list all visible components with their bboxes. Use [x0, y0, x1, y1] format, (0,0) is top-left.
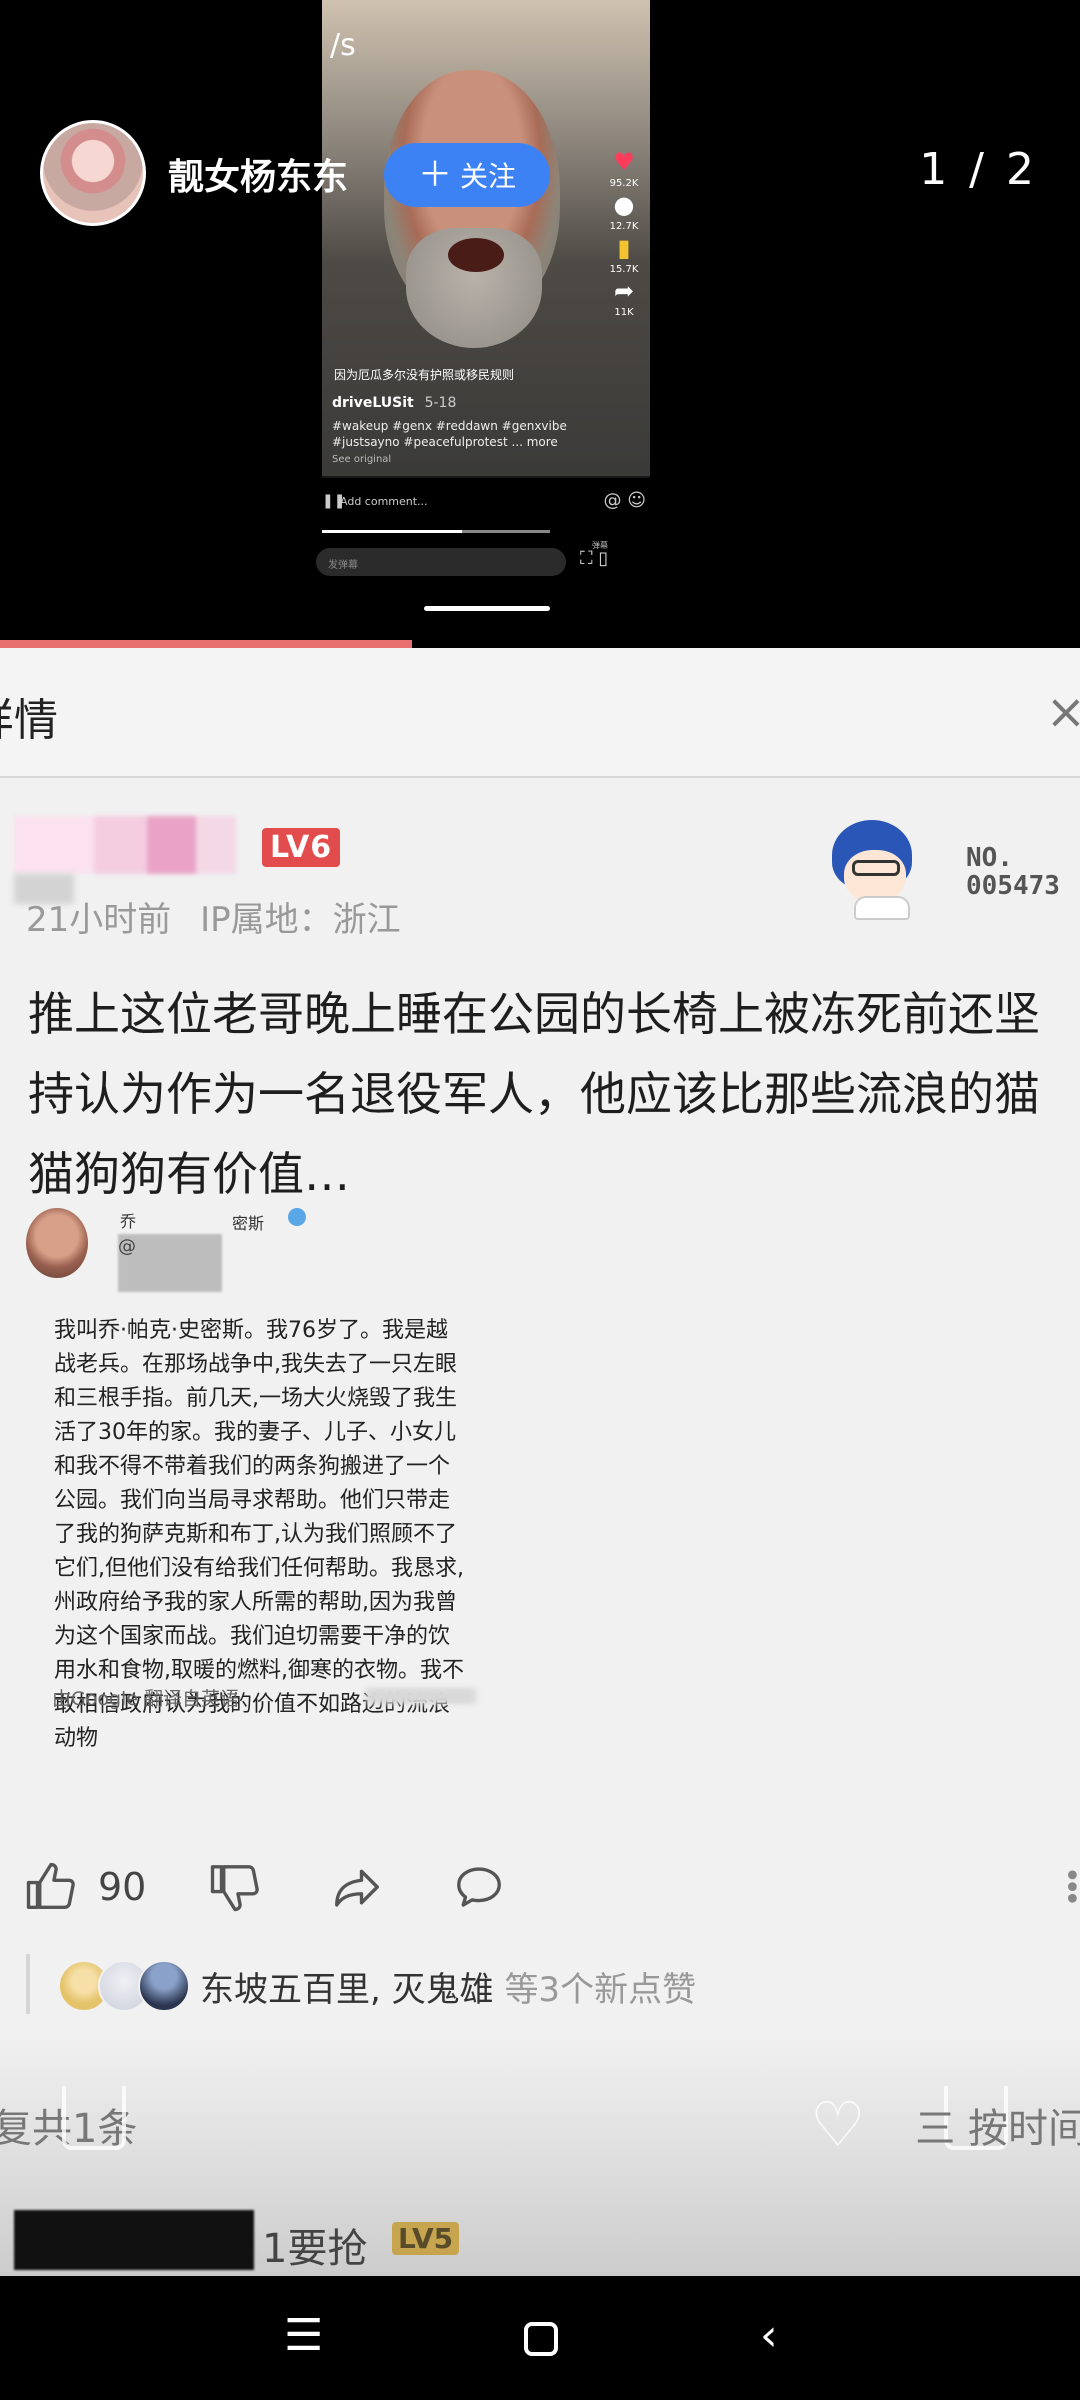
next-reply-text: 1要抢 [262, 2226, 368, 2272]
plus-icon: ＋ [417, 155, 452, 195]
embedded-tweet-image[interactable]: 乔 密斯 @ 我叫乔·帕克·史密斯。我76岁了。我是越战老兵。在那场战争中,我失… [26, 1208, 496, 1778]
heart-outline-icon[interactable]: ♡ [810, 2088, 866, 2161]
system-nav-bar: ☰ ‹ [0, 2276, 1080, 2400]
video-mouth [448, 238, 504, 272]
status-fragment: /s [330, 28, 356, 63]
tweet-name-right: 密斯 [232, 1214, 265, 1233]
author-avatar[interactable] [40, 120, 146, 226]
see-original-link[interactable]: See original [332, 454, 391, 465]
reply-meta: 21小时前 IP属地：浙江 [26, 892, 401, 941]
share-arrow-icon [335, 1869, 379, 1907]
video-action-rail: ♥ 95.2K ● 12.7K ▮ 15.7K ➦ 11K [604, 150, 644, 318]
video-comments: 12.7K [609, 221, 639, 232]
video-author-name: driveLUSit [332, 395, 414, 411]
video-caption: 因为厄瓜多尔没有护照或移民规则 [334, 368, 515, 382]
comment-bubble-icon [457, 1867, 501, 1907]
player-control-icons[interactable]: 弹幕 ⛶ ▯ [580, 541, 608, 569]
video-likes: 95.2K [609, 178, 639, 189]
next-reply-level: LV5 [392, 2222, 460, 2255]
mention-emoji-icons[interactable]: @ ☺ [604, 490, 647, 511]
badge-glasses [852, 860, 900, 876]
panel-header: 详情 × [0, 648, 1080, 778]
badge-number-label: NO. [966, 843, 1013, 873]
top-header: /s ♥ 95.2K ● 12.7K ▮ 15.7K ➦ 11K 因为厄瓜多尔没… [0, 0, 1080, 648]
tweet-handle: @ [118, 1236, 136, 1257]
dislike-button[interactable] [208, 1860, 262, 1914]
close-icon[interactable]: × [1046, 684, 1080, 740]
likers-names: 东坡五百里, 灭鬼雄 [200, 1970, 494, 2010]
recent-apps-icon[interactable]: ☰ [284, 2314, 323, 2358]
sort-by-time[interactable]: 三 按时间 [915, 2096, 1080, 2154]
bookmark-icon[interactable]: ▮ [617, 236, 630, 260]
video-progress[interactable] [322, 530, 550, 533]
thumbs-up-icon [26, 1862, 75, 1909]
reply-actions: 90 ••• [24, 1860, 1080, 1930]
comment-button[interactable] [452, 1860, 506, 1914]
badge-body [854, 896, 910, 920]
comment-icon[interactable]: ● [614, 193, 635, 217]
heart-icon[interactable]: ♥ [613, 150, 635, 174]
video-tags: #wakeup #genx #reddawn #genxvibe #justsa… [332, 419, 567, 449]
likers-text: 东坡五百里, 灭鬼雄 等3个新点赞 [200, 1962, 696, 2011]
reply-text: 推上这位老哥晚上睡在公园的长椅上被冻死前还坚持认为作为一名退役军人，他应该比那些… [28, 987, 1040, 1201]
video-preview[interactable]: /s ♥ 95.2K ● 12.7K ▮ 15.7K ➦ 11K 因为厄瓜多尔没… [322, 0, 650, 478]
reply-ip: IP属地：浙江 [200, 900, 401, 940]
thumbs-down-icon [210, 1865, 259, 1912]
next-reply-blurred-name [14, 2210, 254, 2270]
video-saves: 15.7K [609, 264, 639, 275]
add-comment-input[interactable]: Add comment... [340, 495, 428, 508]
recent-likers[interactable]: 东坡五百里, 灭鬼雄 等3个新点赞 [26, 1954, 1066, 2014]
video-progress-fill [322, 530, 462, 533]
video-home-indicator [424, 606, 550, 611]
image-progress [0, 640, 412, 648]
danmaku-tag: 弹幕 [592, 541, 608, 550]
image-pager: 1 / 2 [919, 144, 1038, 195]
verified-icon [288, 1208, 306, 1226]
panel-title: 详情 [0, 695, 58, 746]
tweet-translation-note: 由Google 翻译自英语 [52, 1688, 240, 1710]
liker-avatar [138, 1960, 190, 2012]
video-author: driveLUSit 5-18 [332, 395, 456, 411]
author-name[interactable]: 靓女杨东东 [168, 148, 348, 200]
blurred-username[interactable] [14, 816, 236, 874]
like-count: 90 [98, 1865, 147, 1909]
tweet-avatar [26, 1208, 88, 1278]
back-icon[interactable]: ‹ [760, 2314, 778, 2358]
home-icon[interactable] [524, 2322, 558, 2356]
badge-face [844, 850, 906, 902]
tweet-name-left: 乔 [120, 1212, 137, 1231]
badge-number: NO. 005473 [966, 844, 1060, 900]
decoration-badge-avatar [826, 820, 930, 920]
like-button[interactable]: 90 [24, 1860, 146, 1914]
follow-label: 关注 [459, 160, 516, 193]
reply-time: 21小时前 [26, 900, 172, 940]
more-options-icon[interactable]: ••• [1053, 1866, 1080, 1901]
level-badge: LV6 [262, 828, 341, 867]
share-button[interactable] [330, 1860, 384, 1914]
download-icon[interactable] [62, 2086, 126, 2150]
follow-button[interactable]: ＋ 关注 [384, 143, 550, 207]
likers-suffix: 等3个新点赞 [504, 1970, 697, 2010]
tweet-footer-blur [366, 1688, 476, 1704]
video-shares: 11K [614, 307, 634, 318]
video-comment-bar: ❚❚ Add comment... @ ☺ [318, 490, 654, 514]
video-date: 5-18 [424, 395, 457, 411]
detail-panel: 详情 × LV6 21小时前 IP属地：浙江 NO. 005473 推上这位老哥… [0, 648, 1080, 2276]
danmaku-input[interactable]: 发弹幕 [316, 548, 566, 576]
badge-number-value: 005473 [966, 871, 1060, 901]
share-icon[interactable]: ➦ [614, 279, 634, 303]
